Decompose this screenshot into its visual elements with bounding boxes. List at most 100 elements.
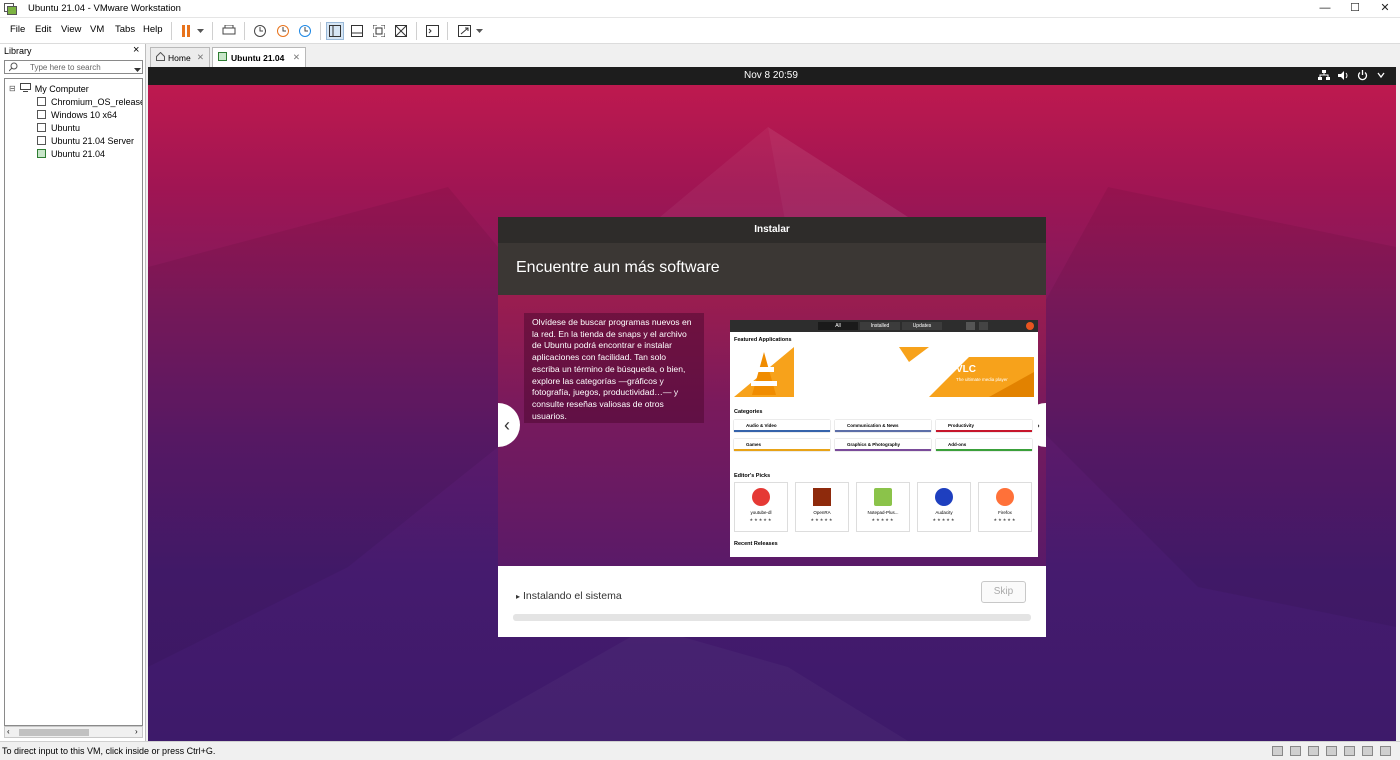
- chevron-down-icon[interactable]: [1377, 71, 1385, 81]
- menu-vm[interactable]: VM: [90, 24, 104, 35]
- scroll-left-icon[interactable]: ‹: [7, 727, 10, 736]
- thumbnail-bar-icon[interactable]: [348, 22, 366, 40]
- editors-picks-heading: Editor's Picks: [734, 473, 771, 479]
- sound-card-icon[interactable]: [1344, 746, 1355, 756]
- chevron-down-icon[interactable]: [472, 22, 486, 40]
- show-library-icon[interactable]: [326, 22, 344, 40]
- search-icon: [8, 62, 18, 74]
- status-text: To direct input to this VM, click inside…: [2, 746, 216, 756]
- computer-icon: [19, 83, 31, 94]
- slide-description: Olvídese de buscar programas nuevos en l…: [524, 313, 704, 423]
- featured-heading: Featured Applications: [734, 337, 792, 343]
- tree-collapse-icon[interactable]: ⊟: [9, 84, 16, 93]
- menu-help[interactable]: Help: [143, 24, 163, 35]
- maximize-button[interactable]: ☐: [1340, 0, 1370, 18]
- progress-bar: [513, 614, 1031, 621]
- vmware-logo-icon: [4, 3, 17, 15]
- pick-card: Audacity ★★★★★: [917, 482, 971, 532]
- library-close-button[interactable]: ×: [133, 44, 139, 56]
- unity-mode-icon[interactable]: [392, 22, 410, 40]
- volume-icon[interactable]: [1338, 70, 1350, 83]
- tab-strip: Home ✕ Ubuntu 21.04 ✕: [148, 44, 1400, 67]
- tree-vm-item[interactable]: Ubuntu: [37, 121, 80, 134]
- tree-vm-item[interactable]: Ubuntu 21.04 Server: [37, 134, 134, 147]
- vm-running-icon: [37, 149, 46, 158]
- hard-disk-icon[interactable]: [1272, 746, 1283, 756]
- gnome-top-bar: Nov 8 20:59: [148, 67, 1396, 85]
- network-icon[interactable]: [1318, 70, 1330, 83]
- tree-vm-item[interactable]: Windows 10 x64: [37, 108, 117, 121]
- tree-label: Ubuntu 21.04 Server: [51, 135, 135, 146]
- pick-rating: ★★★★★: [993, 517, 1017, 522]
- pick-name: Notepad-Plus...: [867, 510, 899, 515]
- menu-view[interactable]: View: [61, 24, 81, 35]
- tree-label: My Computer: [34, 83, 89, 94]
- toolbar-separator: [244, 22, 245, 40]
- full-screen-icon[interactable]: [370, 22, 388, 40]
- vlc-icon: [734, 347, 1034, 397]
- scrollbar-thumb[interactable]: [19, 729, 89, 736]
- progress-expander[interactable]: ▸ Instalando el sistema: [516, 590, 622, 602]
- power-icon[interactable]: [1357, 70, 1368, 83]
- tree-vm-item-running[interactable]: Ubuntu 21.04: [37, 147, 105, 160]
- search-placeholder: Type here to search: [30, 63, 101, 72]
- category-audio-video: Audio & Video: [734, 420, 830, 432]
- category-communication: Communication & News: [835, 420, 931, 432]
- network-adapter-icon[interactable]: [1308, 746, 1319, 756]
- installer-progress-area: ▸ Instalando el sistema Skip: [498, 566, 1046, 637]
- software-header: All Installed Updates: [730, 320, 1038, 332]
- menu-tabs[interactable]: Tabs: [115, 24, 135, 35]
- library-search-field[interactable]: Type here to search: [4, 60, 143, 74]
- toolbar-separator: [212, 22, 213, 40]
- previous-slide-button[interactable]: ‹: [498, 403, 520, 447]
- tab-home[interactable]: Home ✕: [150, 47, 210, 67]
- firefox-icon: [996, 488, 1014, 506]
- toolbar-separator: [320, 22, 321, 40]
- close-icon[interactable]: ✕: [197, 52, 204, 63]
- clock[interactable]: Nov 8 20:59: [744, 70, 798, 81]
- cd-dvd-icon[interactable]: [1290, 746, 1301, 756]
- menu-file[interactable]: File: [10, 24, 25, 35]
- usb-icon[interactable]: [1326, 746, 1337, 756]
- pick-rating: ★★★★★: [749, 517, 773, 522]
- toolbar-separator: [171, 22, 172, 40]
- library-tree: ⊟ My Computer Chromium_OS_release-l Wind…: [4, 78, 143, 726]
- installer-window: Instalar Encuentre aun más software Olví…: [498, 217, 1046, 637]
- pick-card: Notepad-Plus... ★★★★★: [856, 482, 910, 532]
- library-title: Library: [4, 46, 32, 56]
- chevron-down-icon[interactable]: [134, 65, 141, 75]
- vm-icon: [37, 136, 46, 145]
- close-icon[interactable]: ✕: [293, 52, 300, 63]
- notepad-plus-icon: [874, 488, 892, 506]
- send-ctrl-alt-del-icon[interactable]: [220, 22, 238, 40]
- library-horizontal-scrollbar[interactable]: ‹ ›: [4, 726, 143, 738]
- featured-banner: VLC The ultimate media player: [734, 347, 1034, 402]
- revert-snapshot-icon[interactable]: [274, 22, 292, 40]
- snapshot-icon[interactable]: [251, 22, 269, 40]
- installer-slide: Olvídese de buscar programas nuevos en l…: [498, 295, 1046, 566]
- snapshot-manager-icon[interactable]: [296, 22, 314, 40]
- tree-my-computer[interactable]: ⊟ My Computer: [9, 82, 89, 95]
- toolbar-separator: [416, 22, 417, 40]
- pick-rating: ★★★★★: [810, 517, 834, 522]
- tab-ubuntu-2104[interactable]: Ubuntu 21.04 ✕: [212, 47, 306, 67]
- stretch-guest-icon[interactable]: [455, 22, 473, 40]
- chevron-left-icon: ‹: [504, 414, 510, 435]
- vm-icon: [218, 52, 227, 63]
- message-log-icon[interactable]: [1380, 746, 1391, 756]
- vlc-title: VLC: [956, 364, 976, 375]
- vm-display[interactable]: Nov 8 20:59 Instalar Encuentre aun más s…: [148, 67, 1396, 741]
- scroll-right-icon[interactable]: ›: [135, 727, 138, 736]
- menu-edit[interactable]: Edit: [35, 24, 51, 35]
- close-button[interactable]: ✕: [1370, 0, 1400, 18]
- console-view-icon[interactable]: [423, 22, 441, 40]
- home-icon: [156, 51, 165, 63]
- tree-vm-item[interactable]: Chromium_OS_release-l: [37, 95, 142, 108]
- pick-name: youtube-dl: [750, 510, 772, 515]
- minimize-button[interactable]: —: [1310, 0, 1340, 18]
- skip-button[interactable]: Skip: [981, 581, 1026, 603]
- chevron-down-icon[interactable]: [193, 22, 207, 40]
- display-icon[interactable]: [1362, 746, 1373, 756]
- tree-label: Ubuntu 21.04: [51, 148, 106, 159]
- software-center-screenshot: All Installed Updates Featured Applicati…: [730, 320, 1038, 557]
